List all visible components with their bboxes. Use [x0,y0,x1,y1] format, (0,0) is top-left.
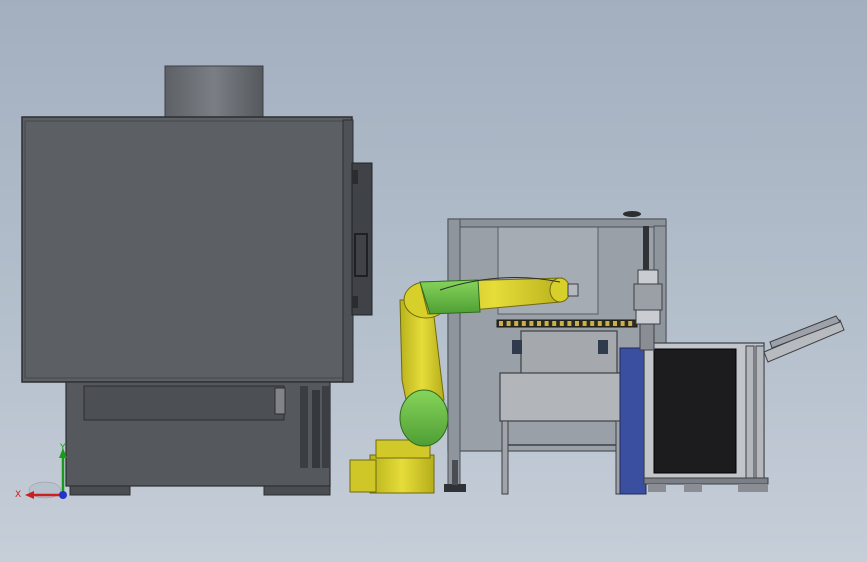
spindle-nose [635,309,661,325]
coordinate-triad: X Y [15,443,67,500]
chain-link [620,321,625,326]
machine-cabinet [21,116,353,383]
frame-foot [444,484,466,492]
chain-link [552,321,557,326]
chain-link [582,321,587,326]
conveyor-chain [496,319,638,328]
frame-foot-stem [452,460,458,485]
base-vent-1 [300,386,308,468]
chain-link [559,321,564,326]
y-axis-label: Y [59,443,66,453]
spindle-rod [643,226,649,272]
bin-foot-2 [684,484,702,492]
chain-link [590,321,595,326]
chain-link [597,321,602,326]
door-hinge-top [352,170,358,184]
chimney [164,65,264,119]
chain-link [514,321,519,326]
robot-joint-2 [399,389,449,447]
furnace-machine [21,65,373,496]
spindle-body [633,283,663,311]
chain-link [506,321,511,326]
clamp-right [598,340,608,354]
bin-foot-3 [738,484,756,492]
chain-link [575,321,579,326]
frame-top-bar [459,218,667,228]
bin-side-rail [745,345,755,479]
base-vent-2 [312,390,320,468]
bin-foot-1 [648,484,666,492]
blue-conveyor-post [619,347,647,495]
spindle-shaft [639,323,655,351]
bin-foot-4 [756,484,768,492]
frame-left-post [447,218,461,492]
chain-link [537,321,541,326]
cad-viewport[interactable]: X Y [0,0,867,562]
collection-bin [643,315,845,492]
robot-base [369,454,435,494]
door-hinge-bottom [352,296,358,308]
machine-foot-right [263,485,331,496]
machine-foot-left [69,485,131,496]
frame-top-knob [623,211,641,217]
chain-link [567,321,572,326]
base-latch [274,387,286,415]
chain-link [628,321,633,326]
spindle-cap [637,269,659,285]
z-axis-dot [59,491,67,499]
robot-tool-flange [567,283,579,297]
base-opening [83,385,285,421]
chain-link [613,321,617,326]
chain-link [521,321,526,326]
clamp-left [512,340,522,354]
x-axis-label: X [15,490,21,500]
robot-upper-arm-green [419,279,481,315]
base-vent-3 [322,386,330,468]
table-top [499,372,623,422]
bin-side-rail-2 [755,345,765,479]
chain-link [544,321,549,326]
bin-base [643,477,769,485]
robot-base-flange [349,459,377,493]
table-leg-left [501,420,509,495]
chain-link [529,321,534,326]
chain-link [605,321,610,326]
bin-window [653,348,737,474]
chain-link [499,321,503,326]
